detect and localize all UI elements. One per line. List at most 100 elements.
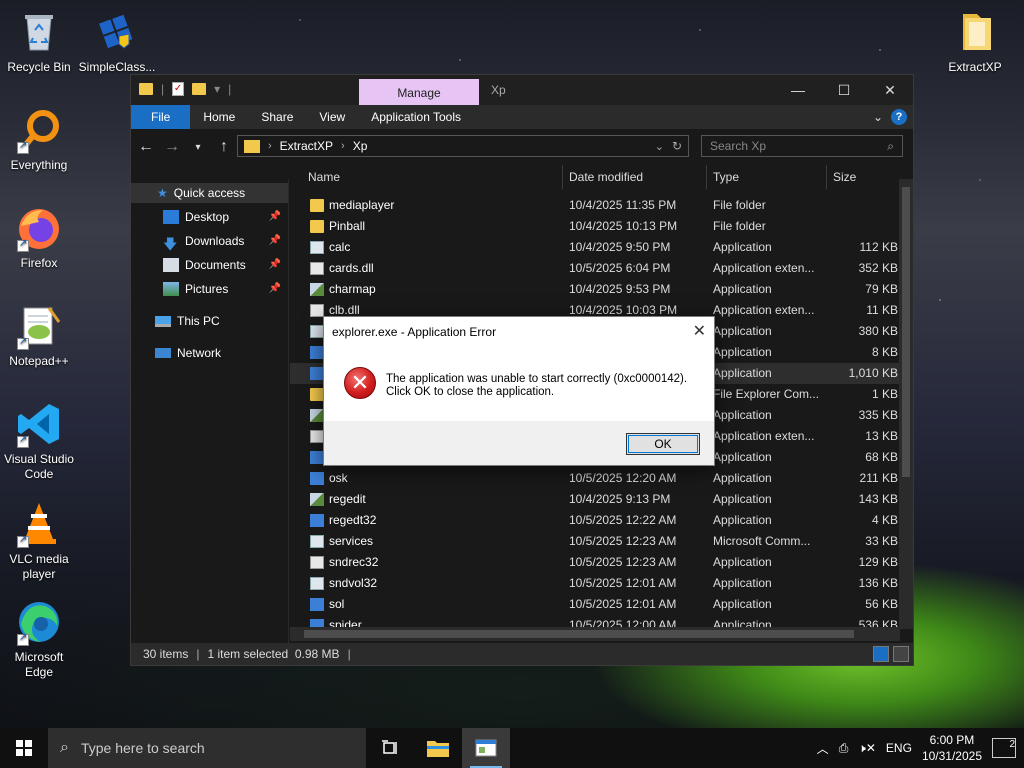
desktop-icon-firefox[interactable]: Firefox [0,204,78,271]
scrollbar-thumb[interactable] [902,187,910,477]
pin-icon[interactable]: 📌 [269,279,281,299]
action-center-button[interactable]: 2 [992,738,1016,758]
desktop-icon-label: Notepad++ [9,354,69,368]
table-row[interactable]: charmap 10/4/2025 9:53 PM Application 79 KB [290,279,900,300]
desktop-icon-vscode[interactable]: Visual Studio Code [0,400,78,482]
qat-dropdown-icon[interactable]: ▾ [214,82,220,96]
column-header-type[interactable]: Type [713,165,739,189]
services-icon [310,535,324,548]
column-separator[interactable] [706,165,707,189]
help-icon[interactable]: ? [891,109,907,125]
address-bar[interactable]: › ExtractXP › Xp ⌄ ↻ [237,135,689,157]
table-row[interactable]: sol 10/5/2025 12:01 AM Application 56 KB [290,594,900,615]
table-row[interactable]: mediaplayer 10/4/2025 11:35 PM File folder [290,195,900,216]
table-row[interactable]: regedt32 10/5/2025 12:22 AM Application 4 K… [290,510,900,531]
tab-manage[interactable]: Manage [359,79,479,107]
column-separator[interactable] [826,165,827,189]
dialog-close-button[interactable]: ✕ [693,321,706,341]
nav-item-documents[interactable]: Documents 📌 [163,255,287,275]
taskbar-active-window[interactable] [462,728,510,768]
column-header-size[interactable]: Size [833,165,856,189]
search-box[interactable]: ⌕ [701,135,903,157]
table-row[interactable]: sndvol32 10/5/2025 12:01 AM Application 136… [290,573,900,594]
desktop-icon-vlc[interactable]: VLC media player [0,500,78,582]
horizontal-scrollbar[interactable] [290,627,900,641]
forward-button[interactable]: → [163,138,181,156]
nav-item-label: Quick access [173,186,246,200]
desktop-icon-extractxp[interactable]: ExtractXP [936,8,1014,75]
nav-item-quick-access[interactable]: ★ Quick access [131,183,288,203]
file-type: Application [713,345,772,359]
new-folder-icon[interactable] [192,83,207,95]
nav-item-desktop[interactable]: Desktop 📌 [163,207,287,227]
recent-locations-icon[interactable]: ▾ [189,142,207,153]
table-row[interactable]: osk 10/5/2025 12:20 AM Application 211 KB [290,468,900,489]
address-dropdown-icon[interactable]: ⌄ [655,140,664,153]
table-row[interactable]: Pinball 10/4/2025 10:13 PM File folder [290,216,900,237]
vertical-scrollbar[interactable] [899,179,913,629]
column-separator[interactable] [562,165,563,189]
desktop-icon-label: ExtractXP [948,60,1002,74]
maximize-button[interactable]: ☐ [821,75,867,105]
table-row[interactable]: calc 10/4/2025 9:50 PM Application 112 KB [290,237,900,258]
tab-share[interactable]: Share [248,105,306,129]
pin-icon[interactable]: 📌 [269,255,281,275]
taskbar-search[interactable]: ⌕ Type here to search [48,728,366,768]
close-button[interactable]: ✕ [867,75,913,105]
back-button[interactable]: ← [137,138,155,156]
dialog-footer: OK [324,421,714,465]
file-name: charmap [329,282,376,296]
nav-item-this-pc[interactable]: This PC [155,311,287,331]
table-row[interactable]: sndrec32 10/5/2025 12:23 AM Application 129… [290,552,900,573]
nav-item-network[interactable]: Network [155,343,287,363]
ok-button[interactable]: OK [626,433,700,455]
file-date: 10/4/2025 11:35 PM [569,198,677,212]
task-view-button[interactable] [366,728,414,768]
breadcrumb-item[interactable]: ExtractXP [280,139,333,153]
file-name: Pinball [329,219,366,233]
desktop-icon-simpleclassic[interactable]: SimpleClass... [78,8,156,75]
pin-icon[interactable]: 📌 [269,207,281,227]
breadcrumb-item[interactable]: Xp [353,139,368,153]
chevron-right-icon: › [341,140,345,152]
clock[interactable]: 6:00 PM 10/31/2025 [922,732,982,764]
tab-home[interactable]: Home [190,105,248,129]
minimize-button[interactable]: — [775,75,821,105]
search-input[interactable] [702,136,872,156]
table-row[interactable]: regedit 10/4/2025 9:13 PM Application 143 K… [290,489,900,510]
column-header-name[interactable]: Name [308,165,340,189]
application-window-icon [475,739,497,757]
desktop-icon-recycle-bin[interactable]: Recycle Bin [0,8,78,75]
expand-ribbon-icon[interactable]: ⌄ [873,110,883,124]
desktop-icon-notepadpp[interactable]: Notepad++ [0,302,78,369]
search-icon: ⌕ [887,139,894,153]
column-header-date[interactable]: Date modified [569,165,643,189]
volume-muted-icon[interactable]: 🕨✕ [858,741,876,756]
language-indicator[interactable]: ENG [886,741,912,755]
table-row[interactable]: cards.dll 10/5/2025 6:04 PM Application ex… [290,258,900,279]
up-button[interactable]: ↑ [215,138,233,156]
file-size: 380 KB [858,324,898,338]
notification-center-icon[interactable]: ⎙ [839,741,849,756]
start-button[interactable] [0,728,48,768]
file-name: mediaplayer [329,198,395,212]
nav-item-downloads[interactable]: 🡇 Downloads 📌 [163,231,287,252]
nav-item-pictures[interactable]: Pictures 📌 [163,279,287,299]
shortcut-arrow-icon [17,140,29,154]
scrollbar-thumb[interactable] [304,630,854,638]
table-row[interactable]: services 10/5/2025 12:23 AM Microsoft Comm… [290,531,900,552]
large-icons-view-button[interactable] [893,646,909,662]
show-hidden-icons-button[interactable]: ︿ [817,740,829,757]
tab-file[interactable]: File [131,105,191,129]
details-view-button[interactable] [873,646,889,662]
pin-icon[interactable]: 📌 [269,231,281,251]
separator: | [228,82,232,96]
desktop-icon-edge[interactable]: Microsoft Edge [0,598,78,680]
tab-application-tools[interactable]: Application Tools [358,105,474,129]
dll-icon [310,430,324,443]
taskbar-file-explorer[interactable] [414,728,462,768]
refresh-icon[interactable]: ↻ [672,139,682,153]
tab-view[interactable]: View [306,105,358,129]
properties-icon[interactable]: ✓ [172,82,185,96]
desktop-icon-everything[interactable]: Everything [0,106,78,173]
